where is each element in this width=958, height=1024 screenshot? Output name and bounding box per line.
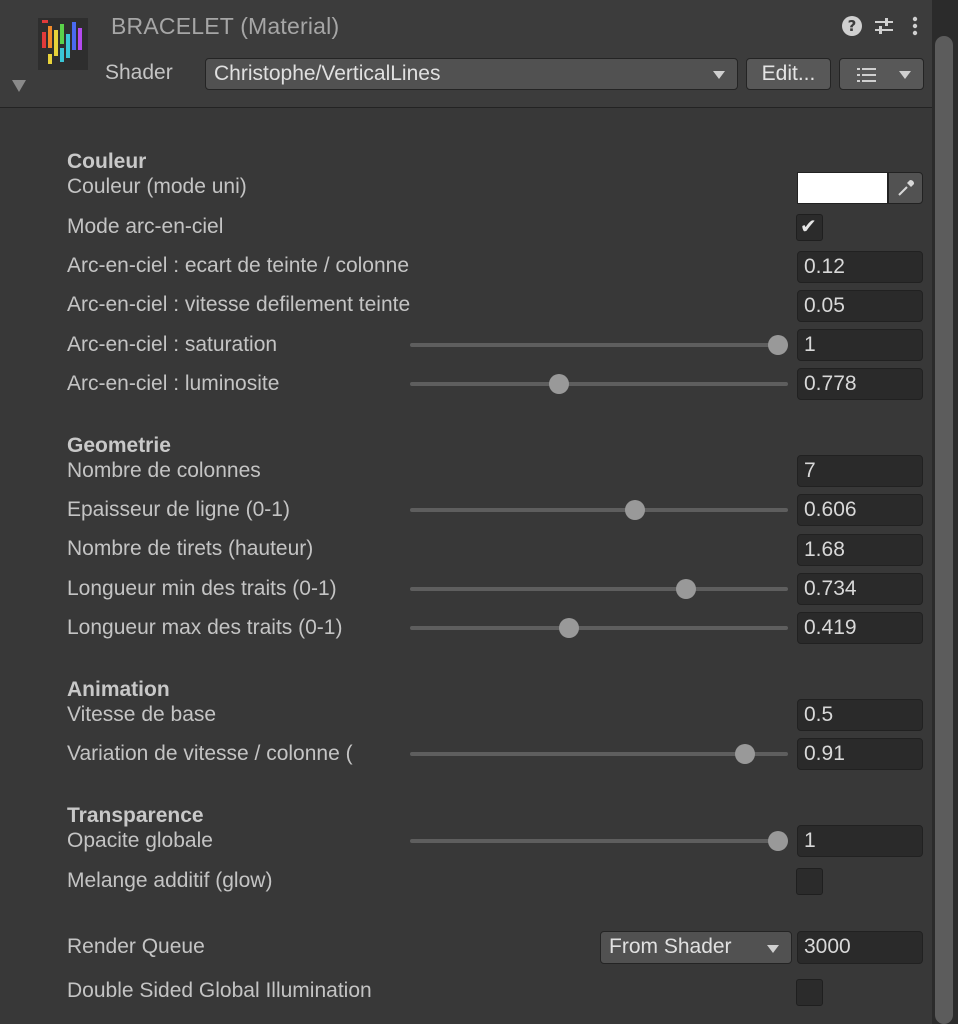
section-animation: Animation [67, 678, 170, 701]
luminosite-slider-knob[interactable] [549, 374, 569, 394]
label-vitesse-defilement: Arc-en-ciel : vitesse defilement teinte [67, 293, 411, 316]
label-nb-colonnes: Nombre de colonnes [67, 459, 261, 482]
label-luminosite: Arc-en-ciel : luminosite [67, 372, 280, 395]
saturation-slider-knob[interactable] [768, 335, 788, 355]
longueur-max-slider-track[interactable] [410, 626, 788, 630]
svg-text:?: ? [848, 17, 857, 35]
eyedropper-icon [898, 180, 914, 196]
label-nb-tirets: Nombre de tirets (hauteur) [67, 537, 314, 560]
longueur-min-field[interactable]: 0.734 [797, 573, 923, 605]
label-saturation: Arc-en-ciel : saturation [67, 333, 278, 356]
vitesse-defilement-field[interactable]: 0.05 [797, 290, 923, 322]
render-queue-dropdown[interactable]: From Shader [600, 931, 792, 964]
epaisseur-slider-knob[interactable] [625, 500, 645, 520]
checkmark-icon: ✔ [800, 216, 817, 238]
longueur-min-slider-knob[interactable] [676, 579, 696, 599]
render-queue-mode: From Shader [609, 935, 732, 958]
opacite-slider-knob[interactable] [768, 831, 788, 851]
section-couleur: Couleur [67, 150, 147, 173]
eyedropper-button[interactable] [888, 172, 923, 204]
opacite-slider-track[interactable] [410, 839, 788, 843]
epaisseur-field[interactable]: 0.606 [797, 494, 923, 526]
mode-arc-checkbox[interactable]: ✔ [796, 214, 823, 241]
longueur-max-slider-knob[interactable] [559, 618, 579, 638]
variation-field[interactable]: 0.91 [797, 738, 923, 770]
edit-shader-button[interactable]: Edit... [746, 58, 831, 90]
label-ecart: Arc-en-ciel : ecart de teinte / colonne [67, 254, 410, 277]
material-header: BRACELET (Material) ? Shader Christophe/… [0, 0, 932, 108]
shader-dropdown-value: Christophe/VerticalLines [214, 62, 441, 85]
nb-tirets-field[interactable]: 1.68 [797, 534, 923, 566]
saturation-slider-track[interactable] [410, 343, 788, 347]
list-options-button[interactable] [839, 58, 924, 90]
ecart-field[interactable]: 0.12 [797, 251, 923, 283]
label-opacite: Opacite globale [67, 829, 213, 852]
shader-dropdown[interactable]: Christophe/VerticalLines [205, 58, 738, 90]
melange-additif-checkbox[interactable] [796, 868, 823, 895]
color-field[interactable] [797, 172, 888, 204]
label-double-sided-gi: Double Sided Global Illumination [67, 979, 372, 1002]
label-couleur-uni: Couleur (mode uni) [67, 175, 247, 198]
opacite-field[interactable]: 1 [797, 825, 923, 857]
label-variation-vitesse: Variation de vitesse / colonne ( [67, 742, 353, 765]
label-melange-additif: Melange additif (glow) [67, 869, 273, 892]
scrollbar-thumb[interactable] [935, 36, 953, 1024]
label-longueur-max: Longueur max des traits (0-1) [67, 616, 343, 639]
section-transparence: Transparence [67, 804, 204, 827]
chevron-down-icon [767, 945, 779, 953]
settings-sliders-icon[interactable] [872, 14, 896, 38]
epaisseur-slider-track[interactable] [410, 508, 788, 512]
foldout-arrow-icon[interactable] [12, 80, 26, 92]
help-icon[interactable]: ? [840, 14, 864, 38]
variation-slider-track[interactable] [410, 752, 788, 756]
luminosite-field[interactable]: 0.778 [797, 368, 923, 400]
list-icon [857, 68, 876, 82]
longueur-min-slider-track[interactable] [410, 587, 788, 591]
more-vertical-icon[interactable] [903, 14, 927, 38]
label-vitesse-base: Vitesse de base [67, 703, 217, 726]
label-render-queue: Render Queue [67, 935, 205, 958]
saturation-field[interactable]: 1 [797, 329, 923, 361]
label-mode-arc: Mode arc-en-ciel [67, 215, 224, 238]
double-sided-gi-checkbox[interactable] [796, 979, 823, 1006]
material-title: BRACELET (Material) [111, 13, 340, 39]
nb-colonnes-field[interactable]: 7 [797, 455, 923, 487]
longueur-max-field[interactable]: 0.419 [797, 612, 923, 644]
variation-slider-knob[interactable] [735, 744, 755, 764]
vitesse-base-field[interactable]: 0.5 [797, 699, 923, 731]
section-geometrie: Geometrie [67, 434, 171, 457]
label-epaisseur: Epaisseur de ligne (0-1) [67, 498, 290, 521]
render-queue-field[interactable]: 3000 [797, 931, 923, 964]
luminosite-slider-track[interactable] [410, 382, 788, 386]
shader-label: Shader [105, 61, 173, 84]
material-preview-icon [38, 18, 88, 70]
label-longueur-min: Longueur min des traits (0-1) [67, 577, 337, 600]
chevron-down-icon [899, 71, 911, 79]
chevron-down-icon [713, 71, 725, 79]
